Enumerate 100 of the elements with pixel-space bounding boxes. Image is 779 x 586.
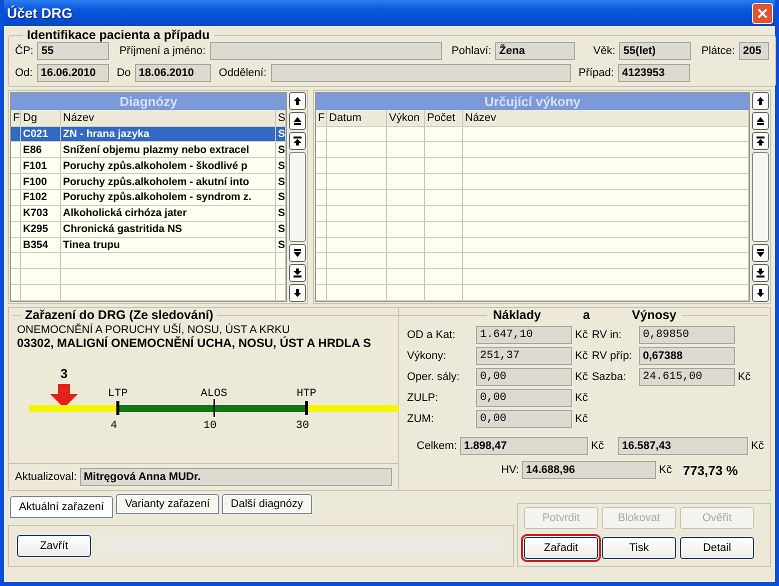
column-header: F bbox=[11, 110, 21, 126]
tab[interactable]: Varianty zařazení bbox=[116, 494, 219, 514]
currency-unit: Kč bbox=[575, 350, 588, 362]
field-label: Věk: bbox=[593, 45, 616, 57]
column-header: Výkon bbox=[387, 110, 425, 126]
read-only-field: 1.647,10 bbox=[476, 326, 572, 344]
table-cell: B354 bbox=[21, 238, 61, 252]
column-header: Datum bbox=[327, 110, 387, 126]
field-label: ZUM: bbox=[407, 413, 435, 425]
tab[interactable]: Aktuální zařazení bbox=[10, 496, 113, 518]
read-only-field: 251,37 bbox=[476, 347, 572, 365]
column-header: S bbox=[276, 110, 286, 126]
page-up-button[interactable] bbox=[752, 112, 769, 130]
table-cell: S bbox=[276, 206, 286, 221]
currency-unit: Kč bbox=[575, 371, 588, 383]
field-label: Případ: bbox=[578, 67, 614, 79]
scroll-track[interactable] bbox=[752, 152, 769, 242]
table-cell: F101 bbox=[21, 158, 61, 174]
table-cell: S bbox=[276, 142, 286, 158]
table-cell: K295 bbox=[21, 222, 61, 237]
read-only-field: 16.06.2010 bbox=[36, 64, 109, 82]
currency-unit: Kč bbox=[659, 464, 672, 476]
read-only-field: 0,00 bbox=[476, 410, 572, 428]
action-button[interactable]: Zařadit bbox=[524, 537, 598, 559]
field-label: Od: bbox=[15, 67, 33, 79]
field-label: Oddělení: bbox=[218, 67, 266, 79]
table-row[interactable]: F101 Poruchy způs.alkoholem - škodlivé p S bbox=[11, 158, 286, 174]
read-only-field: 0,89850 bbox=[638, 326, 735, 344]
arrow-to-top-icon bbox=[756, 136, 765, 146]
scroll-up-button[interactable] bbox=[752, 92, 769, 110]
table-row[interactable]: E86 Snížení objemu plazmy nebo extracel S bbox=[11, 142, 286, 158]
table-row[interactable]: C021 ZN - hrana jazyka S bbox=[11, 126, 286, 142]
window-title: Účet DRG bbox=[7, 5, 72, 21]
scroll-down-button[interactable] bbox=[752, 284, 769, 302]
column-header: Název bbox=[61, 110, 276, 126]
column-heading: Výnosy bbox=[630, 308, 678, 322]
scroll-up-button[interactable] bbox=[289, 92, 306, 110]
table-cell: Chronická gastritida NS bbox=[61, 222, 276, 237]
table-row[interactable]: B354 Tinea trupu S bbox=[11, 238, 286, 254]
page-up-button[interactable] bbox=[289, 112, 306, 130]
tick-label: ALOS bbox=[200, 388, 228, 400]
table-row[interactable]: F102 Poruchy způs.alkoholem - syndrom z. S bbox=[11, 190, 286, 206]
column-header: Název bbox=[463, 110, 749, 126]
table-cell: F100 bbox=[21, 174, 61, 189]
table-cell: S bbox=[276, 190, 286, 205]
read-only-field: 0,00 bbox=[476, 368, 572, 386]
table-row[interactable]: K703 Alkoholická cirhóza jater S bbox=[11, 206, 286, 222]
triangle-up-icon bbox=[293, 116, 302, 126]
group-title: Identifikace pacienta a případu bbox=[26, 28, 211, 42]
tab[interactable]: Další diagnózy bbox=[222, 494, 312, 514]
tick-label: HTP bbox=[296, 388, 316, 400]
field-label: Do bbox=[116, 67, 131, 79]
arrow-up-icon bbox=[756, 96, 765, 106]
column-heading: Náklady bbox=[492, 308, 542, 322]
table-title: Diagnózy bbox=[11, 93, 286, 110]
field-label: Plátce: bbox=[701, 45, 735, 57]
table-row[interactable]: K295 Chronická gastritida NS S bbox=[11, 222, 286, 238]
drg-group-text: ONEMOCNĚNÍ A PORUCHY UŠÍ, NOSU, ÚST A KRKU bbox=[17, 324, 291, 336]
scroll-track[interactable] bbox=[289, 152, 306, 242]
read-only-field: 0,00 bbox=[476, 389, 572, 407]
close-dialog-button[interactable]: Zavřít bbox=[17, 535, 91, 557]
scroll-bottom-button[interactable] bbox=[289, 264, 306, 282]
close-button[interactable] bbox=[752, 2, 773, 24]
triangle-down-icon bbox=[756, 248, 765, 258]
arrow-down-icon bbox=[50, 384, 78, 408]
drg-name-text: 03302, MALIGNÍ ONEMOCNĚNÍ UCHA, NOSU, ÚST A HRDLA S bbox=[17, 336, 372, 350]
read-only-field: 14.688,96 bbox=[522, 461, 656, 479]
table-row[interactable]: F100 Poruchy způs.alkoholem - akutní into S bbox=[11, 174, 286, 190]
percent-value: 773,73 % bbox=[682, 462, 738, 478]
currency-unit: Kč bbox=[575, 329, 588, 341]
page-down-button[interactable] bbox=[289, 244, 306, 262]
column-header: Počet bbox=[425, 110, 463, 126]
table-cell: F102 bbox=[21, 190, 61, 205]
arrow-to-top-icon bbox=[293, 136, 302, 146]
table-cell: S bbox=[276, 126, 286, 142]
tick-label: LTP bbox=[108, 388, 128, 400]
tick-mark bbox=[214, 399, 215, 417]
read-only-field: 1.898,47 bbox=[460, 437, 588, 455]
table-cell: Poruchy způs.alkoholem - akutní into bbox=[61, 174, 276, 189]
currency-unit: Kč bbox=[591, 440, 605, 452]
scroll-top-button[interactable] bbox=[289, 132, 306, 150]
read-only-field: 55(let) bbox=[619, 42, 692, 60]
table-cell: S bbox=[276, 158, 286, 174]
arrow-up-icon bbox=[293, 96, 302, 106]
arrow-down-icon bbox=[293, 288, 302, 298]
action-button[interactable]: Tisk bbox=[602, 537, 676, 559]
scroll-top-button[interactable] bbox=[752, 132, 769, 150]
scroll-bottom-button[interactable] bbox=[752, 264, 769, 282]
scroll-down-button[interactable] bbox=[289, 284, 306, 302]
table-cell: S bbox=[276, 238, 286, 252]
page-down-button[interactable] bbox=[752, 244, 769, 262]
table-cell: E86 bbox=[21, 142, 61, 158]
read-only-field: 18.06.2010 bbox=[134, 64, 211, 82]
action-button[interactable]: Detail bbox=[680, 537, 754, 559]
triangle-up-icon bbox=[756, 116, 765, 126]
field-label: Celkem: bbox=[416, 440, 457, 452]
field-label: RV in: bbox=[592, 329, 623, 341]
table-cell: Tinea trupu bbox=[61, 238, 276, 252]
read-only-field: Mitręgová Anna MUDr. bbox=[80, 468, 392, 486]
table-cell: C021 bbox=[21, 126, 61, 142]
